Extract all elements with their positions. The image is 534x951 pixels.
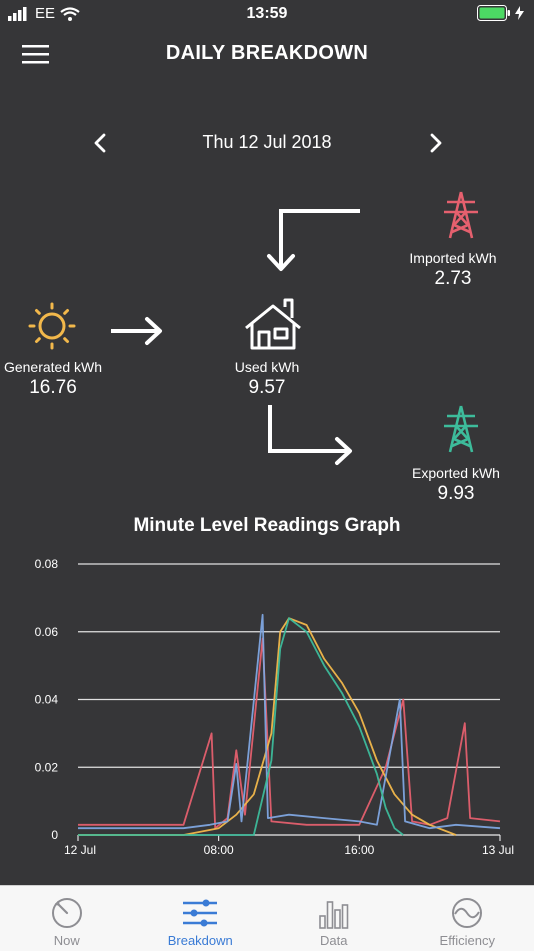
energy-flow-diagram <box>0 180 534 480</box>
export-flow-arrow <box>270 405 350 463</box>
tab-data-label: Data <box>267 933 401 948</box>
imported-value: 2.73 <box>368 268 534 290</box>
page-title: DAILY BREAKDOWN <box>0 42 534 65</box>
import-flow-arrow <box>269 211 360 269</box>
status-right <box>477 5 524 21</box>
y-tick-label: 0.08 <box>35 557 59 571</box>
x-tick-label: 08:00 <box>204 843 234 857</box>
tab-efficiency[interactable]: Efficiency <box>401 886 534 951</box>
gauge-icon <box>50 896 84 930</box>
bar-chart-icon <box>318 896 350 930</box>
sliders-icon <box>182 896 218 930</box>
status-time: 13:59 <box>0 5 534 23</box>
next-day-button[interactable] <box>420 128 450 158</box>
series-line-0 <box>78 639 500 829</box>
charging-bolt-icon <box>515 6 524 20</box>
x-tick-label: 13 Jul <box>482 843 514 857</box>
y-tick-label: 0.04 <box>35 693 59 707</box>
imported-label: Imported kWh <box>368 250 534 266</box>
exported-label: Exported kWh <box>371 465 534 481</box>
y-tick-label: 0 <box>51 828 58 842</box>
status-bar: EE 13:59 <box>0 0 534 28</box>
generation-flow-arrow <box>111 319 160 343</box>
tab-bar: Now Breakdown Data Efficiency <box>0 885 534 951</box>
used-value: 9.57 <box>182 377 352 399</box>
battery-icon <box>477 5 511 21</box>
used-label: Used kWh <box>182 359 352 375</box>
exported-value: 9.93 <box>371 483 534 505</box>
generated-value: 16.76 <box>0 377 138 399</box>
series-line-2 <box>78 615 500 828</box>
y-tick-label: 0.06 <box>35 625 59 639</box>
tab-efficiency-label: Efficiency <box>401 933 534 948</box>
chart-title: Minute Level Readings Graph <box>0 515 534 537</box>
current-date: Thu 12 Jul 2018 <box>0 132 534 153</box>
wave-circle-icon <box>450 896 484 930</box>
export-pylon-icon <box>444 406 478 452</box>
tab-breakdown-label: Breakdown <box>134 933 268 948</box>
tab-now-label: Now <box>0 933 134 948</box>
x-tick-label: 16:00 <box>344 843 374 857</box>
import-pylon-icon <box>444 192 478 238</box>
sun-icon <box>30 304 74 348</box>
chevron-right-icon <box>420 128 450 158</box>
house-icon <box>246 300 300 348</box>
y-tick-label: 0.02 <box>35 760 59 774</box>
tab-breakdown[interactable]: Breakdown <box>134 886 268 951</box>
tab-data[interactable]: Data <box>267 886 401 951</box>
generated-label: Generated kWh <box>0 359 138 375</box>
x-tick-label: 12 Jul <box>64 843 96 857</box>
minute-readings-chart: 0 0.02 0.04 0.06 0.08 12 Jul 08:00 16:00 13 Jul <box>0 545 534 875</box>
tab-now[interactable]: Now <box>0 886 134 951</box>
